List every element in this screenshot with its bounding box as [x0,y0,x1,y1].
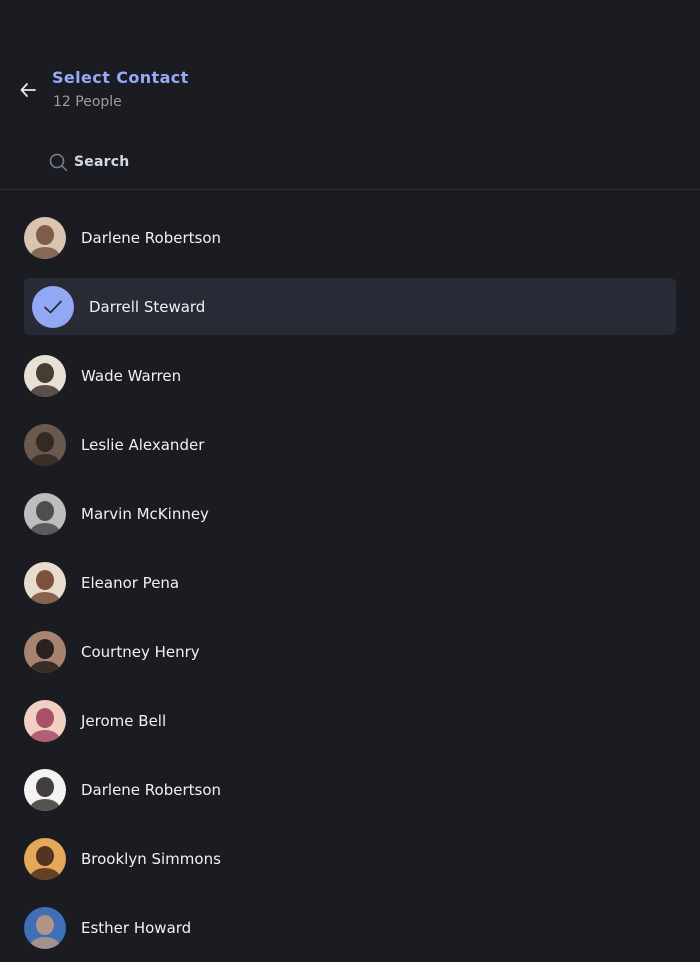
contact-row[interactable]: Esther Howard [0,893,700,962]
page-title: Select Contact [52,68,189,87]
contact-name: Courtney Henry [81,642,200,661]
contact-name: Wade Warren [81,366,182,385]
avatar [24,907,66,949]
contact-row[interactable]: Darlene Robertson [0,203,700,272]
contact-name: Marvin McKinney [81,504,209,523]
arrow-left-icon [20,83,36,97]
search-placeholder: Search [74,154,130,170]
back-button[interactable] [16,78,40,102]
avatar [24,700,66,742]
avatar [24,493,66,535]
selected-check[interactable] [32,286,74,328]
contact-name: Darlene Robertson [81,228,222,247]
divider [0,189,700,190]
people-count: 12 People [53,94,122,110]
header: Select Contact 12 People [0,0,700,120]
contact-row[interactable]: Marvin McKinney [0,479,700,548]
contact-name: Darlene Robertson [81,780,222,799]
contact-row[interactable]: Eleanor Pena [0,548,700,617]
contact-name: Esther Howard [81,918,192,937]
avatar [24,217,66,259]
avatar [24,838,66,880]
avatar [24,424,66,466]
contact-row[interactable]: Jerome Bell [0,686,700,755]
contact-row[interactable]: Darrell Steward [0,272,700,341]
contact-name: Darrell Steward [89,297,206,316]
contact-row[interactable]: Courtney Henry [0,617,700,686]
contact-name: Eleanor Pena [81,573,180,592]
avatar [24,355,66,397]
contact-row[interactable]: Darlene Robertson [0,755,700,824]
contact-list: Darlene Robertson Darrell Steward Wade War… [0,203,700,962]
contact-row[interactable]: Wade Warren [0,341,700,410]
contact-row[interactable]: Brooklyn Simmons [0,824,700,893]
contact-name: Brooklyn Simmons [81,849,221,868]
contact-name: Jerome Bell [81,711,167,730]
avatar [24,562,66,604]
avatar [24,631,66,673]
contact-name: Leslie Alexander [81,435,205,454]
avatar [24,769,66,811]
search-icon [48,152,68,172]
contact-row[interactable]: Leslie Alexander [0,410,700,479]
search-input[interactable]: Search [48,150,129,174]
check-icon [43,299,63,315]
